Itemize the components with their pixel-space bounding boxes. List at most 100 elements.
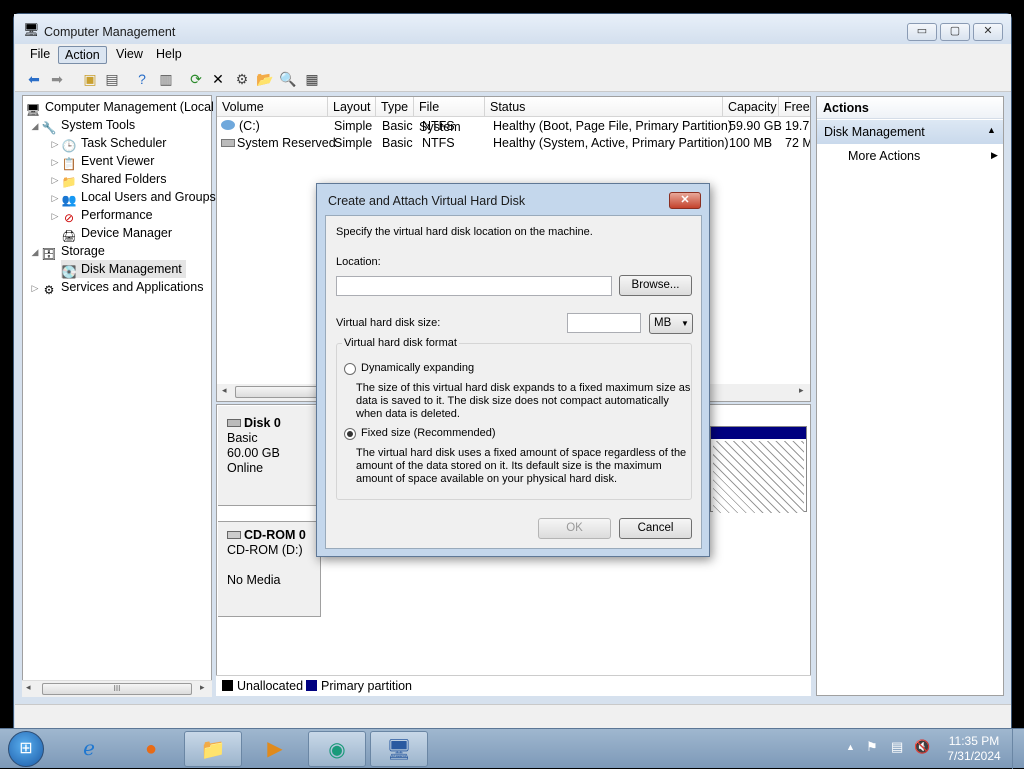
- create-vhd-dialog: Create and Attach Virtual Hard Disk ✕ Sp…: [316, 183, 710, 557]
- radio-unchecked[interactable]: [344, 363, 356, 375]
- scroll-right-icon[interactable]: ▸: [200, 682, 205, 693]
- system-clock[interactable]: 11:35 PM 7/31/2024: [940, 734, 1008, 764]
- internet-explorer-icon[interactable]: ℯ: [60, 731, 118, 767]
- column-header-volume[interactable]: Volume: [217, 97, 328, 117]
- show-hidden-icons-icon[interactable]: ▲: [846, 742, 855, 752]
- disk-0-label[interactable]: Disk 0 Basic 60.00 GB Online: [218, 406, 321, 506]
- menu-file[interactable]: File: [24, 46, 56, 64]
- action-center-flag-icon[interactable]: ⚑: [866, 739, 878, 755]
- scroll-thumb[interactable]: [235, 386, 325, 398]
- browse-button[interactable]: Browse...: [619, 275, 692, 296]
- location-input[interactable]: [336, 276, 612, 296]
- radio-checked[interactable]: [344, 428, 356, 440]
- cdrom-0-label[interactable]: CD-ROM 0 CD-ROM (D:) No Media: [218, 521, 321, 617]
- collapse-icon[interactable]: ▲: [987, 125, 996, 135]
- expanded-arrow-icon[interactable]: ◢: [29, 243, 41, 261]
- menu-view[interactable]: View: [110, 46, 149, 64]
- collapsed-arrow-icon[interactable]: ▷: [49, 189, 61, 207]
- tree-item-device-manager[interactable]: 🖨 Device Manager: [61, 224, 172, 243]
- column-header-capacity[interactable]: Capacity: [723, 97, 779, 117]
- tree-item-system-tools[interactable]: ◢ 🔧 System Tools: [29, 116, 136, 135]
- start-button[interactable]: ⊞: [8, 731, 44, 767]
- tree-item-services[interactable]: ▷ ⚙ Services and Applications: [29, 278, 204, 297]
- media-player-icon[interactable]: ▶: [246, 731, 304, 767]
- tree-item-event-viewer[interactable]: ▷ 📋 Event Viewer: [49, 152, 155, 171]
- size-unit-select[interactable]: MB ▼: [649, 313, 693, 334]
- tree-item-local-users[interactable]: ▷ 👥 Local Users and Groups: [49, 188, 216, 207]
- media-center-icon[interactable]: ◉: [308, 731, 366, 767]
- tree-horizontal-scrollbar[interactable]: ◂ III ▸: [22, 680, 212, 697]
- column-header-type[interactable]: Type: [376, 97, 414, 117]
- file-explorer-icon[interactable]: 📁: [184, 731, 242, 767]
- cell-capacity: 100 MB: [729, 136, 773, 150]
- refresh-icon[interactable]: ⟳: [187, 70, 205, 88]
- minimize-button[interactable]: ▭: [907, 23, 937, 41]
- dialog-close-button[interactable]: ✕: [669, 192, 701, 209]
- show-hide-action-pane-icon[interactable]: ▥: [157, 70, 175, 88]
- maximize-button[interactable]: ▢: [940, 23, 970, 41]
- vhd-size-input[interactable]: [567, 313, 641, 333]
- scroll-left-icon[interactable]: ◂: [26, 682, 31, 693]
- partition-block[interactable]: [710, 426, 807, 513]
- dynamic-desc: data is saved to it. The disk size does …: [356, 395, 669, 407]
- expanded-arrow-icon[interactable]: ◢: [29, 117, 41, 135]
- more-actions-item[interactable]: More Actions ▶: [817, 146, 1003, 166]
- title-bar[interactable]: 🖥 Computer Management ▭ ▢ ✕: [14, 14, 1011, 44]
- actions-section-disk-management[interactable]: Disk Management ▲: [817, 120, 1003, 144]
- fixed-desc: amount of the data stored on it. Its def…: [356, 460, 662, 472]
- taskbar: ⊞ ℯ ● 📁 ▶ ◉ 🖥 ▲ ⚑ ▤ 🔇 11:35 PM 7/31/2024: [0, 728, 1024, 769]
- collapsed-arrow-icon[interactable]: ▷: [49, 135, 61, 153]
- dynamic-expanding-radio[interactable]: [344, 363, 356, 375]
- up-folder-icon[interactable]: ▣: [81, 70, 99, 88]
- delete-icon[interactable]: ✕: [209, 70, 227, 88]
- firefox-icon[interactable]: ●: [122, 731, 180, 767]
- properties-icon[interactable]: ⚙: [233, 70, 251, 88]
- primary-swatch: [306, 680, 317, 691]
- tree-item-shared-folders[interactable]: ▷ 📁 Shared Folders: [49, 170, 167, 189]
- table-row[interactable]: System Reserved Simple Basic NTFS Health…: [217, 135, 810, 152]
- show-hide-tree-icon[interactable]: ▤: [103, 70, 121, 88]
- cdrom-icon: [227, 531, 241, 539]
- column-header-file-system[interactable]: File System: [414, 97, 485, 134]
- column-header-layout[interactable]: Layout: [328, 97, 376, 117]
- fixed-desc: The virtual hard disk uses a fixed amoun…: [356, 447, 687, 459]
- tree-item-task-scheduler[interactable]: ▷ 🕒 Task Scheduler: [49, 134, 167, 153]
- menu-help[interactable]: Help: [150, 46, 188, 64]
- more-actions-label: More Actions: [848, 149, 921, 163]
- disk-settings-icon[interactable]: ▦: [303, 70, 321, 88]
- help-icon[interactable]: ?: [133, 70, 151, 88]
- tree-item-performance[interactable]: ▷ ⊘ Performance: [49, 206, 153, 225]
- collapsed-arrow-icon[interactable]: ▷: [49, 171, 61, 189]
- ok-button[interactable]: OK: [538, 518, 611, 539]
- table-row[interactable]: (C:) Simple Basic NTFS Healthy (Boot, Pa…: [217, 118, 810, 135]
- dynamic-desc: when data is deleted.: [356, 408, 460, 420]
- computer-management-taskbar-icon[interactable]: 🖥: [370, 731, 428, 767]
- clock-time: 11:35 PM: [948, 734, 1000, 748]
- forward-icon[interactable]: ➡: [48, 70, 66, 88]
- tree-item-storage[interactable]: ◢ 🗄 Storage: [29, 242, 105, 261]
- clock-date: 7/31/2024: [947, 749, 1001, 763]
- tree-item-root[interactable]: 🖥 Computer Management (Local: [25, 98, 213, 117]
- column-header-free[interactable]: Free: [779, 97, 810, 117]
- show-desktop-button[interactable]: [1012, 729, 1024, 769]
- collapsed-arrow-icon[interactable]: ▷: [49, 207, 61, 225]
- search-icon[interactable]: 🔍: [279, 70, 297, 88]
- back-icon[interactable]: ⬅: [25, 70, 43, 88]
- network-icon[interactable]: ▤: [891, 739, 903, 755]
- scroll-right-icon[interactable]: ▸: [799, 385, 804, 396]
- volume-muted-icon[interactable]: 🔇: [914, 739, 930, 755]
- scroll-left-icon[interactable]: ◂: [222, 385, 227, 396]
- open-folder-icon[interactable]: 📂: [256, 70, 274, 88]
- collapsed-arrow-icon[interactable]: ▷: [49, 153, 61, 171]
- collapsed-arrow-icon[interactable]: ▷: [29, 279, 41, 297]
- dynamic-expanding-label[interactable]: Dynamically expanding: [361, 362, 474, 375]
- cancel-button[interactable]: Cancel: [619, 518, 692, 539]
- fixed-size-radio[interactable]: [344, 428, 356, 440]
- scroll-thumb[interactable]: III: [42, 683, 192, 695]
- close-window-button[interactable]: ✕: [973, 23, 1003, 41]
- volume-icon: [221, 139, 235, 147]
- column-header-status[interactable]: Status: [485, 97, 723, 117]
- tree-item-disk-management[interactable]: 💽 Disk Management: [61, 260, 186, 279]
- menu-action[interactable]: Action: [58, 46, 107, 64]
- fixed-size-label[interactable]: Fixed size (Recommended): [361, 427, 496, 440]
